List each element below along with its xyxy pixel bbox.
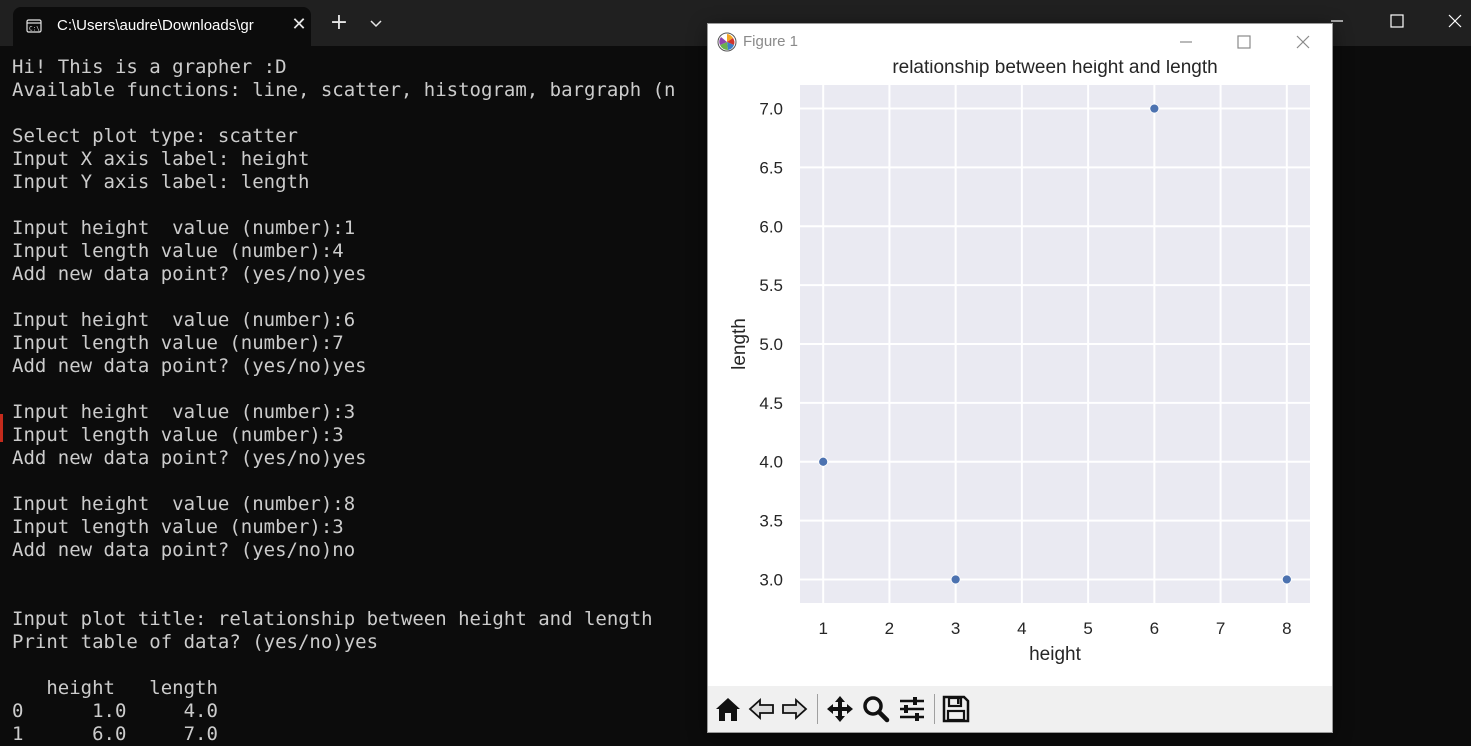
terminal-line: Input height value (number):3 [12, 401, 356, 423]
terminal-line: Input length value (number):3 [12, 424, 344, 446]
y-tick-label: 3.5 [759, 512, 783, 531]
minimize-icon[interactable] [1172, 30, 1200, 54]
terminal-line: 1 6.0 7.0 [12, 723, 218, 745]
x-tick-label: 4 [1017, 619, 1026, 638]
chart-title: relationship between height and length [892, 60, 1217, 78]
new-tab-icon[interactable]: + [328, 12, 350, 34]
data-point [950, 574, 961, 585]
terminal-line: Input length value (number):7 [12, 332, 344, 354]
x-tick-label: 6 [1150, 619, 1159, 638]
back-icon[interactable] [746, 694, 778, 724]
y-tick-label: 4.5 [759, 394, 783, 413]
maximize-icon[interactable] [1230, 30, 1258, 54]
y-tick-label: 7.0 [759, 100, 783, 119]
figure-titlebar[interactable]: Figure 1 [708, 24, 1332, 60]
toolbar-separator [934, 694, 935, 724]
x-tick-label: 1 [818, 619, 827, 638]
y-tick-label: 6.5 [759, 158, 783, 177]
toolbar-separator [817, 694, 818, 724]
terminal-line: Add new data point? (yes/no)yes [12, 263, 367, 285]
y-tick-label: 5.0 [759, 335, 783, 354]
matplotlib-logo-icon [717, 32, 737, 52]
terminal-line: Input plot title: relationship between h… [12, 608, 653, 630]
terminal-line: height length [12, 677, 218, 699]
terminal-line: Input height value (number):1 [12, 217, 356, 239]
y-tick-label: 6.0 [759, 217, 783, 236]
terminal-line: Select plot type: scatter [12, 125, 298, 147]
terminal-tab[interactable]: C:\ C:\Users\audre\Downloads\gr ✕ [13, 7, 311, 46]
chevron-down-icon[interactable] [366, 12, 386, 34]
y-tick-label: 4.0 [759, 453, 783, 472]
terminal-line: Input length value (number):4 [12, 240, 344, 262]
terminal-line: 0 1.0 4.0 [12, 700, 218, 722]
command-prompt-icon: C:\ [26, 19, 42, 33]
terminal-line: Print table of data? (yes/no)yes [12, 631, 379, 653]
data-point [818, 456, 829, 467]
scroll-marker [0, 414, 3, 442]
configure-subplots-icon[interactable] [896, 694, 928, 724]
terminal-line: Input Y axis label: length [12, 171, 310, 193]
x-axis-label: height [1029, 644, 1081, 665]
figure-toolbar [708, 686, 1332, 732]
data-point [1281, 574, 1292, 585]
svg-text:C:\: C:\ [29, 26, 40, 33]
close-window-icon[interactable] [1440, 8, 1470, 34]
terminal-line: Input height value (number):6 [12, 309, 356, 331]
data-point [1149, 103, 1160, 114]
x-tick-label: 2 [885, 619, 894, 638]
y-tick-label: 3.0 [759, 570, 783, 589]
x-tick-label: 8 [1282, 619, 1291, 638]
terminal-line: Input height value (number):8 [12, 493, 356, 515]
y-tick-label: 5.5 [759, 276, 783, 295]
terminal-line: Add new data point? (yes/no)yes [12, 355, 367, 377]
terminal-line: Input length value (number):3 [12, 516, 344, 538]
forward-icon[interactable] [778, 694, 810, 724]
x-tick-label: 5 [1083, 619, 1092, 638]
terminal-line: Add new data point? (yes/no)yes [12, 447, 367, 469]
zoom-icon[interactable] [860, 694, 892, 724]
save-icon[interactable] [940, 694, 972, 724]
x-tick-label: 3 [951, 619, 960, 638]
figure-window: Figure 1 1 2 3 4 5 6 7 8 3.0 3.5 4.0 4.5 5.0 5.5 6.0 6.… [707, 23, 1333, 733]
maximize-icon[interactable] [1382, 8, 1412, 34]
y-axis-label: length [729, 318, 750, 370]
close-window-icon[interactable] [1289, 30, 1317, 54]
terminal-line: Hi! This is a grapher :D [12, 56, 287, 78]
terminal-line: Available functions: line, scatter, hist… [12, 79, 676, 101]
tab-title: C:\Users\audre\Downloads\gr [57, 17, 254, 34]
figure-title: Figure 1 [743, 33, 799, 50]
terminal-line: Input X axis label: height [12, 148, 310, 170]
close-tab-icon[interactable]: ✕ [289, 15, 309, 35]
scatter-plot[interactable]: 1 2 3 4 5 6 7 8 3.0 3.5 4.0 4.5 5.0 5.5 6.0 6.5 7.0 relat… [708, 60, 1332, 686]
pan-icon[interactable] [824, 694, 856, 724]
x-tick-label: 7 [1216, 619, 1225, 638]
home-icon[interactable] [712, 694, 744, 724]
terminal-line: Add new data point? (yes/no)no [12, 539, 356, 561]
